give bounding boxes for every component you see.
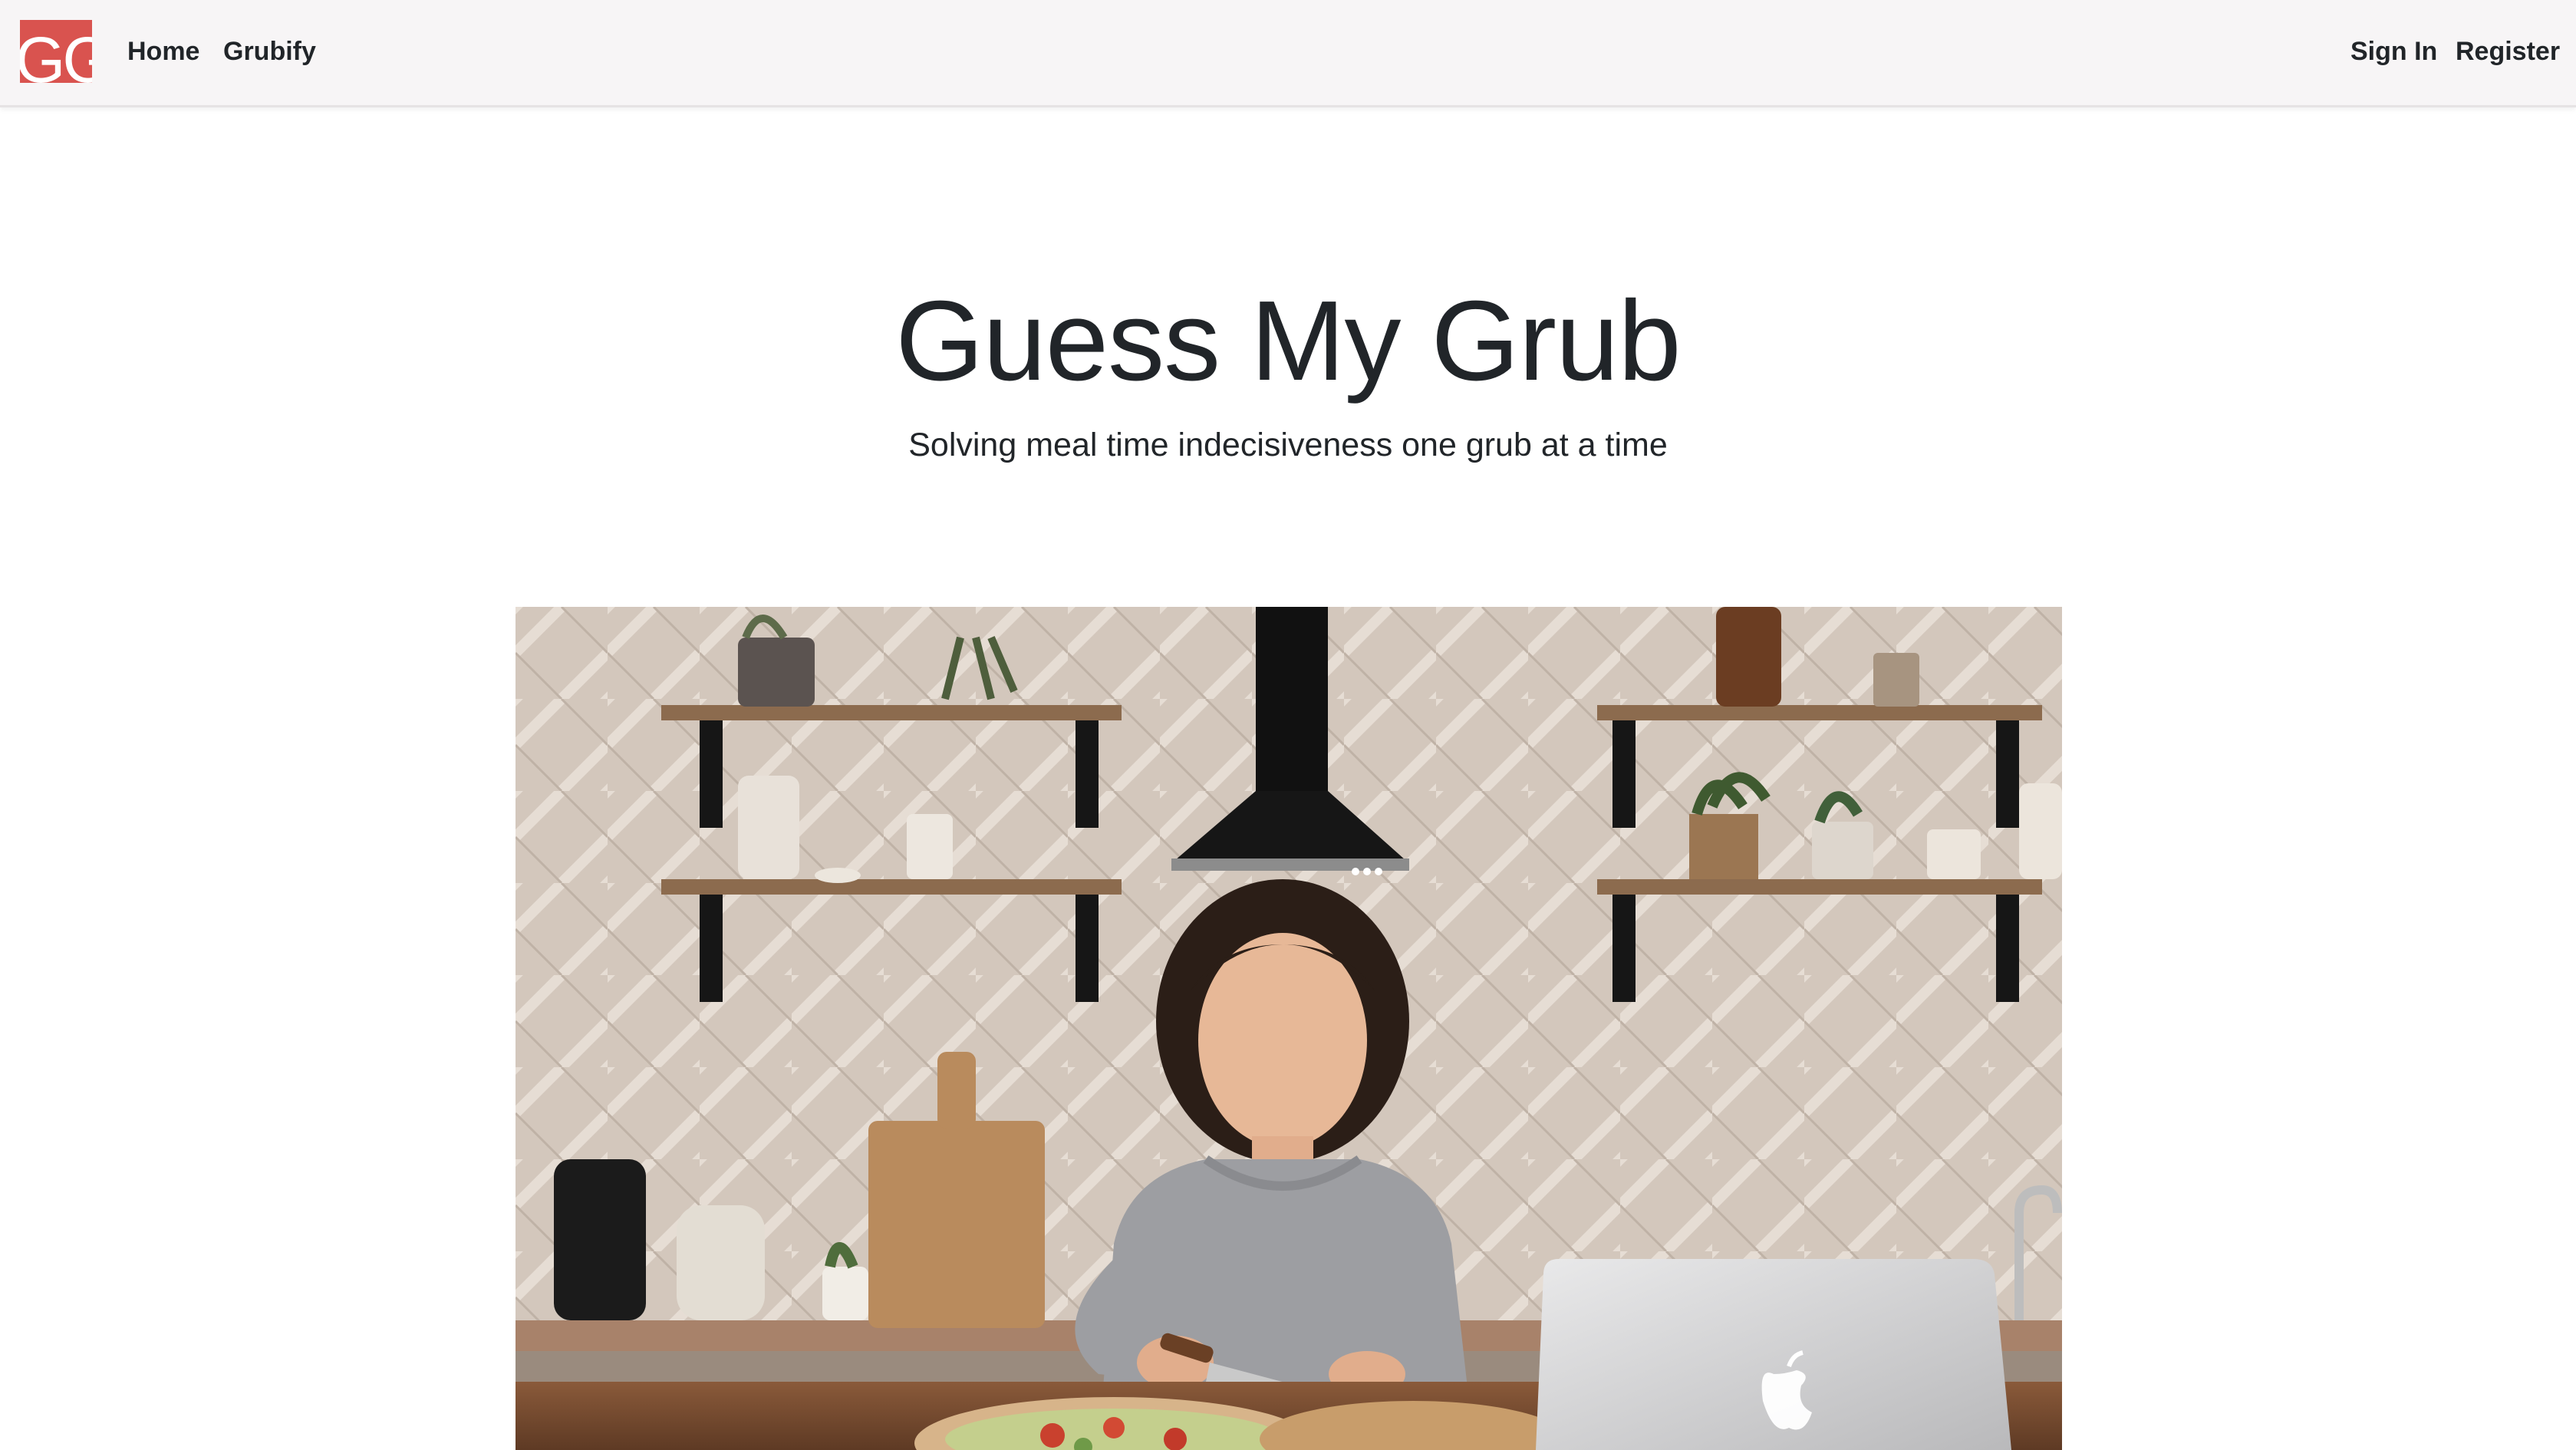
register-link[interactable]: Register	[2456, 34, 2560, 69]
sign-in-link[interactable]: Sign In	[2350, 34, 2437, 69]
brand-logo-text: GG	[20, 24, 92, 83]
page-title: Guess My Grub	[895, 278, 1681, 404]
hero-image	[516, 607, 2062, 1450]
page-subtitle: Solving meal time indecisiveness one gru…	[908, 427, 1668, 463]
nav-link-grubify[interactable]: Grubify	[223, 34, 316, 69]
top-navbar: GG Home Grubify Sign In Register	[0, 0, 2576, 107]
brand-logo[interactable]: GG	[20, 20, 92, 83]
nav-link-home[interactable]: Home	[127, 34, 199, 69]
